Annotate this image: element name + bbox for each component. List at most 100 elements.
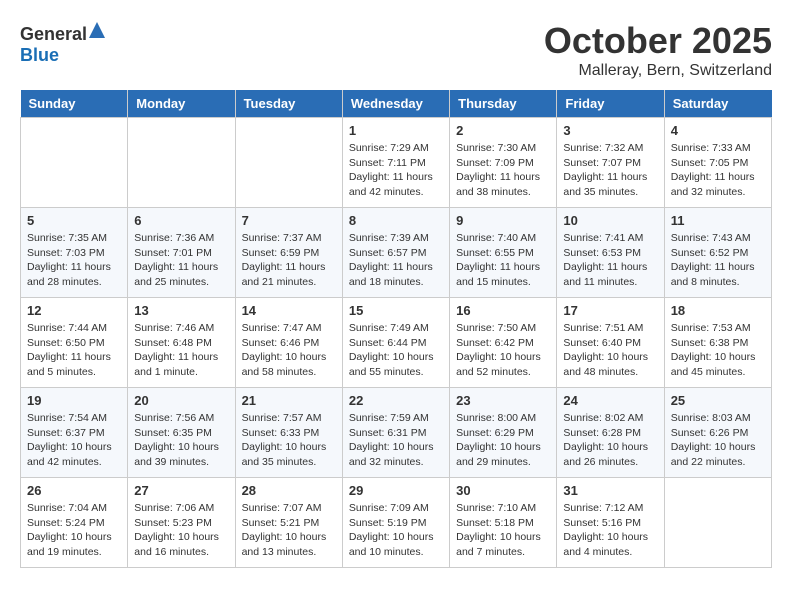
calendar-cell [128, 118, 235, 208]
calendar-cell [664, 478, 771, 568]
calendar-cell: 24Sunrise: 8:02 AM Sunset: 6:28 PM Dayli… [557, 388, 664, 478]
day-number: 31 [563, 483, 657, 498]
day-number: 26 [27, 483, 121, 498]
day-info: Sunrise: 7:49 AM Sunset: 6:44 PM Dayligh… [349, 321, 443, 380]
day-info: Sunrise: 7:07 AM Sunset: 5:21 PM Dayligh… [242, 501, 336, 560]
day-info: Sunrise: 7:39 AM Sunset: 6:57 PM Dayligh… [349, 231, 443, 290]
day-number: 15 [349, 303, 443, 318]
day-header-saturday: Saturday [664, 90, 771, 118]
logo: General Blue [20, 20, 107, 66]
day-number: 16 [456, 303, 550, 318]
day-info: Sunrise: 7:06 AM Sunset: 5:23 PM Dayligh… [134, 501, 228, 560]
logo-blue: Blue [20, 45, 59, 65]
calendar-cell: 23 Sunrise: 8:00 AM Sunset: 6:29 PM Dayli… [450, 388, 557, 478]
day-number: 4 [671, 123, 765, 138]
calendar-cell [21, 118, 128, 208]
page-header: General Blue October 2025 Malleray, Bern… [20, 20, 772, 80]
day-info: Sunrise: 7:37 AM Sunset: 6:59 PM Dayligh… [242, 231, 336, 290]
day-info: Sunrise: 7:36 AM Sunset: 7:01 PM Dayligh… [134, 231, 228, 290]
day-info: Sunrise: 7:53 AM Sunset: 6:38 PM Dayligh… [671, 321, 765, 380]
day-header-monday: Monday [128, 90, 235, 118]
header-row: SundayMondayTuesdayWednesdayThursdayFrid… [21, 90, 772, 118]
calendar-table: SundayMondayTuesdayWednesdayThursdayFrid… [20, 90, 772, 568]
day-info: Sunrise: 7:32 AM Sunset: 7:07 PM Dayligh… [563, 141, 657, 200]
day-header-friday: Friday [557, 90, 664, 118]
day-number: 8 [349, 213, 443, 228]
calendar-cell [235, 118, 342, 208]
day-info: Sunrise: 7:09 AM Sunset: 5:19 PM Dayligh… [349, 501, 443, 560]
day-header-thursday: Thursday [450, 90, 557, 118]
day-info: Sunrise: 7:50 AM Sunset: 6:42 PM Dayligh… [456, 321, 550, 380]
week-row-5: 26 Sunrise: 7:04 AM Sunset: 5:24 PM Dayli… [21, 478, 772, 568]
day-info: Sunrise: 7:54 AM Sunset: 6:37 PM Dayligh… [27, 411, 121, 470]
month-title: October 2025 [544, 20, 772, 62]
day-number: 10 [563, 213, 657, 228]
day-number: 1 [349, 123, 443, 138]
calendar-cell: 13Sunrise: 7:46 AM Sunset: 6:48 PM Dayli… [128, 298, 235, 388]
calendar-cell: 9 Sunrise: 7:40 AM Sunset: 6:55 PM Daylig… [450, 208, 557, 298]
day-info: Sunrise: 7:59 AM Sunset: 6:31 PM Dayligh… [349, 411, 443, 470]
day-info: Sunrise: 7:12 AM Sunset: 5:16 PM Dayligh… [563, 501, 657, 560]
calendar-cell: 5 Sunrise: 7:35 AM Sunset: 7:03 PM Daylig… [21, 208, 128, 298]
day-number: 9 [456, 213, 550, 228]
day-number: 17 [563, 303, 657, 318]
calendar-cell: 7Sunrise: 7:37 AM Sunset: 6:59 PM Daylig… [235, 208, 342, 298]
day-info: Sunrise: 7:51 AM Sunset: 6:40 PM Dayligh… [563, 321, 657, 380]
day-number: 6 [134, 213, 228, 228]
title-block: October 2025 Malleray, Bern, Switzerland [544, 20, 772, 80]
day-number: 5 [27, 213, 121, 228]
day-number: 28 [242, 483, 336, 498]
day-info: Sunrise: 7:44 AM Sunset: 6:50 PM Dayligh… [27, 321, 121, 380]
day-info: Sunrise: 7:40 AM Sunset: 6:55 PM Dayligh… [456, 231, 550, 290]
day-number: 23 [456, 393, 550, 408]
day-number: 20 [134, 393, 228, 408]
day-info: Sunrise: 7:35 AM Sunset: 7:03 PM Dayligh… [27, 231, 121, 290]
day-info: Sunrise: 7:33 AM Sunset: 7:05 PM Dayligh… [671, 141, 765, 200]
calendar-cell: 27 Sunrise: 7:06 AM Sunset: 5:23 PM Dayli… [128, 478, 235, 568]
calendar-cell: 22 Sunrise: 7:59 AM Sunset: 6:31 PM Dayli… [342, 388, 449, 478]
calendar-cell: 11Sunrise: 7:43 AM Sunset: 6:52 PM Dayli… [664, 208, 771, 298]
day-number: 30 [456, 483, 550, 498]
day-number: 27 [134, 483, 228, 498]
calendar-cell: 18 Sunrise: 7:53 AM Sunset: 6:38 PM Dayli… [664, 298, 771, 388]
day-header-sunday: Sunday [21, 90, 128, 118]
calendar-cell: 6 Sunrise: 7:36 AM Sunset: 7:01 PM Daylig… [128, 208, 235, 298]
calendar-cell: 30 Sunrise: 7:10 AM Sunset: 5:18 PM Dayli… [450, 478, 557, 568]
calendar-cell: 1Sunrise: 7:29 AM Sunset: 7:11 PM Daylig… [342, 118, 449, 208]
day-info: Sunrise: 7:04 AM Sunset: 5:24 PM Dayligh… [27, 501, 121, 560]
calendar-cell: 16 Sunrise: 7:50 AM Sunset: 6:42 PM Dayli… [450, 298, 557, 388]
day-number: 18 [671, 303, 765, 318]
calendar-cell: 10 Sunrise: 7:41 AM Sunset: 6:53 PM Dayli… [557, 208, 664, 298]
day-info: Sunrise: 7:30 AM Sunset: 7:09 PM Dayligh… [456, 141, 550, 200]
day-number: 3 [563, 123, 657, 138]
week-row-4: 19Sunrise: 7:54 AM Sunset: 6:37 PM Dayli… [21, 388, 772, 478]
day-info: Sunrise: 7:41 AM Sunset: 6:53 PM Dayligh… [563, 231, 657, 290]
calendar-cell: 8 Sunrise: 7:39 AM Sunset: 6:57 PM Daylig… [342, 208, 449, 298]
calendar-cell: 26 Sunrise: 7:04 AM Sunset: 5:24 PM Dayli… [21, 478, 128, 568]
day-info: Sunrise: 7:56 AM Sunset: 6:35 PM Dayligh… [134, 411, 228, 470]
calendar-cell: 4 Sunrise: 7:33 AM Sunset: 7:05 PM Daylig… [664, 118, 771, 208]
location: Malleray, Bern, Switzerland [544, 62, 772, 80]
calendar-cell: 21Sunrise: 7:57 AM Sunset: 6:33 PM Dayli… [235, 388, 342, 478]
day-number: 29 [349, 483, 443, 498]
calendar-cell: 12Sunrise: 7:44 AM Sunset: 6:50 PM Dayli… [21, 298, 128, 388]
day-number: 24 [563, 393, 657, 408]
calendar-cell: 20 Sunrise: 7:56 AM Sunset: 6:35 PM Dayli… [128, 388, 235, 478]
day-info: Sunrise: 8:00 AM Sunset: 6:29 PM Dayligh… [456, 411, 550, 470]
calendar-cell: 2Sunrise: 7:30 AM Sunset: 7:09 PM Daylig… [450, 118, 557, 208]
day-number: 11 [671, 213, 765, 228]
calendar-cell: 15 Sunrise: 7:49 AM Sunset: 6:44 PM Dayli… [342, 298, 449, 388]
day-number: 21 [242, 393, 336, 408]
calendar-cell: 3 Sunrise: 7:32 AM Sunset: 7:07 PM Daylig… [557, 118, 664, 208]
logo-general: General [20, 24, 87, 44]
day-info: Sunrise: 7:46 AM Sunset: 6:48 PM Dayligh… [134, 321, 228, 380]
day-info: Sunrise: 7:10 AM Sunset: 5:18 PM Dayligh… [456, 501, 550, 560]
week-row-3: 12Sunrise: 7:44 AM Sunset: 6:50 PM Dayli… [21, 298, 772, 388]
week-row-1: 1Sunrise: 7:29 AM Sunset: 7:11 PM Daylig… [21, 118, 772, 208]
calendar-cell: 28 Sunrise: 7:07 AM Sunset: 5:21 PM Dayli… [235, 478, 342, 568]
calendar-cell: 31 Sunrise: 7:12 AM Sunset: 5:16 PM Dayli… [557, 478, 664, 568]
day-number: 25 [671, 393, 765, 408]
day-number: 22 [349, 393, 443, 408]
day-info: Sunrise: 8:03 AM Sunset: 6:26 PM Dayligh… [671, 411, 765, 470]
logo-icon [87, 20, 107, 40]
